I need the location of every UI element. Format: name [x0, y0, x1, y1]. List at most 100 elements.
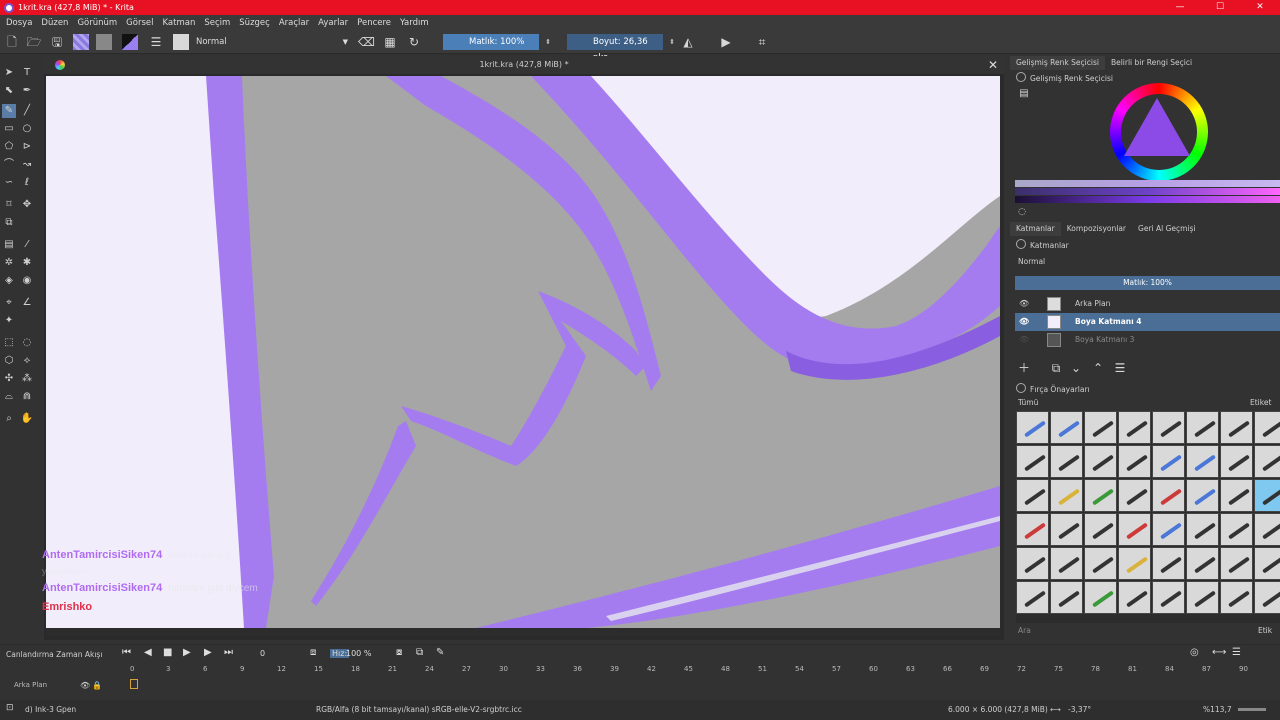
speed-field[interactable]: 100 % — [346, 649, 371, 658]
audio-icon[interactable]: ◎ — [1190, 647, 1199, 658]
brush-preset[interactable] — [1220, 547, 1253, 580]
menu-gorsel[interactable]: Görsel — [126, 18, 153, 28]
rect-select-tool-icon[interactable]: ⬚ — [2, 336, 16, 350]
eye-icon[interactable]: 👁 — [1019, 313, 1029, 331]
bezier-tool-icon[interactable]: ⌒ — [2, 158, 16, 172]
next-frame-icon[interactable]: ▶ — [204, 647, 212, 658]
eye-hidden-icon[interactable]: 👁 — [1019, 331, 1029, 349]
brush-preset[interactable] — [1084, 513, 1117, 546]
open-document-icon[interactable]: 🗁 — [26, 34, 42, 50]
magnetic-select-tool-icon[interactable]: ⋒ — [20, 390, 34, 404]
freehand-brush-tool-icon[interactable]: ✎ — [2, 104, 16, 118]
brush-preset[interactable] — [1016, 581, 1049, 614]
measure-tool-icon[interactable]: ∠ — [20, 296, 34, 310]
canvas-horizontal-scrollbar[interactable] — [46, 628, 1000, 636]
brush-preset[interactable] — [1152, 411, 1185, 444]
move-layer-down-icon[interactable]: ⌄ — [1068, 360, 1084, 376]
reference-tool-icon[interactable]: ✦ — [2, 314, 16, 328]
brush-preset[interactable] — [1186, 411, 1219, 444]
crop-tool-icon[interactable]: ⌑ — [2, 198, 16, 212]
tab-compositions[interactable]: Kompozisyonlar — [1061, 222, 1132, 236]
new-document-icon[interactable]: 🗋 — [4, 34, 20, 50]
brush-preset[interactable] — [1220, 411, 1253, 444]
color-swatch-icon[interactable] — [122, 34, 138, 50]
preset-tag-button[interactable]: Etiket — [1250, 398, 1271, 407]
brush-preset[interactable] — [1118, 445, 1151, 478]
fit-view-icon[interactable]: ⧈ — [310, 647, 316, 658]
brush-preset-icon[interactable] — [173, 34, 189, 50]
brush-preset[interactable] — [1084, 479, 1117, 512]
brush-preset[interactable] — [1220, 445, 1253, 478]
pan-tool-icon[interactable]: ✋ — [20, 412, 34, 426]
eye-icon[interactable]: 👁 — [1019, 295, 1029, 313]
close-document-icon[interactable]: ✕ — [988, 56, 998, 74]
bezier-select-tool-icon[interactable]: ⌓ — [2, 390, 16, 404]
freehand-path-tool-icon[interactable]: ∽ — [2, 176, 16, 190]
minimize-button[interactable]: — — [1160, 0, 1200, 15]
menu-duzen[interactable]: Düzen — [41, 18, 68, 28]
keyframe-marker[interactable] — [130, 679, 138, 689]
brush-preset[interactable] — [1118, 547, 1151, 580]
brush-preset[interactable] — [1152, 513, 1185, 546]
brush-preset[interactable] — [1118, 479, 1151, 512]
preset-search-input[interactable]: Ara — [1018, 626, 1031, 635]
first-frame-icon[interactable]: ⏮ — [122, 647, 131, 658]
brush-preset[interactable] — [1186, 479, 1219, 512]
drop-frames-icon[interactable]: ⧉ — [416, 647, 423, 658]
preserve-alpha-icon[interactable]: ▦ — [382, 34, 398, 50]
zoom-slider[interactable] — [1238, 708, 1266, 711]
bezier-freehand-tool-icon[interactable]: ↝ — [20, 158, 34, 172]
polyline-tool-icon[interactable]: ⊳ — [20, 140, 34, 154]
edit-icon[interactable]: ✎ — [436, 647, 444, 658]
brush-preset[interactable] — [1118, 513, 1151, 546]
brush-preset[interactable] — [1254, 513, 1280, 546]
shade-strip-1[interactable] — [1015, 180, 1280, 187]
mirror-vertical-icon[interactable]: ▶ — [718, 34, 734, 50]
brush-preset[interactable] — [1152, 445, 1185, 478]
menu-suzgec[interactable]: Süzgeç — [239, 18, 270, 28]
duplicate-layer-icon[interactable]: ⧉ — [1048, 360, 1064, 376]
layer-opacity-slider[interactable]: Matlık: 100% — [1015, 276, 1280, 290]
brush-preset[interactable] — [1084, 547, 1117, 580]
layer-row[interactable]: 👁 Boya Katmanı 4 — [1015, 313, 1280, 331]
shade-strip-3[interactable] — [1015, 196, 1280, 203]
zoom-tool-icon[interactable]: ⌕ — [2, 412, 16, 426]
smart-patch-tool-icon[interactable]: ✲ — [2, 256, 16, 270]
menu-ayarlar[interactable]: Ayarlar — [318, 18, 348, 28]
spin-arrows-icon[interactable]: ⬍ — [545, 34, 551, 50]
last-frame-icon[interactable]: ⏭ — [224, 647, 233, 658]
close-window-button[interactable]: ✕ — [1240, 0, 1280, 15]
fill-tool-icon[interactable]: ◈ — [2, 274, 16, 288]
brush-preset[interactable] — [1186, 581, 1219, 614]
similar-select-tool-icon[interactable]: ⁂ — [20, 372, 34, 386]
brush-preset[interactable] — [1254, 581, 1280, 614]
play-icon[interactable]: ▶ — [183, 647, 191, 658]
add-layer-icon[interactable]: ＋ — [1016, 360, 1032, 376]
tab-specific-color-selector[interactable]: Belirli bir Rengi Seçici — [1105, 56, 1198, 70]
menu-dosya[interactable]: Dosya — [6, 18, 32, 28]
layer-row[interactable]: 👁 Boya Katmanı 3 — [1015, 331, 1280, 349]
brush-preset[interactable] — [1016, 445, 1049, 478]
dynamic-brush-tool-icon[interactable]: ℓ — [20, 176, 34, 190]
multibrush-tool-icon[interactable]: ✱ — [20, 256, 34, 270]
stop-icon[interactable]: ■ — [163, 647, 172, 658]
polygon-select-tool-icon[interactable]: ⬡ — [2, 354, 16, 368]
move-layer-up-icon[interactable]: ⌃ — [1090, 360, 1106, 376]
pattern-swatch-icon[interactable] — [96, 34, 112, 50]
brush-preset[interactable] — [1084, 445, 1117, 478]
spin-arrows-icon[interactable]: ⬍ — [669, 34, 675, 50]
document-tab[interactable]: 1krit.kra (427,8 MiB) * ✕ — [44, 56, 1004, 74]
brush-preset[interactable] — [1152, 479, 1185, 512]
brush-preset[interactable] — [1152, 547, 1185, 580]
brush-settings-icon[interactable]: ☰ — [148, 34, 164, 50]
reload-preset-icon[interactable]: ↻ — [406, 34, 422, 50]
gradient-tool-icon[interactable]: ▤ — [2, 238, 16, 252]
brush-preset[interactable] — [1084, 411, 1117, 444]
menu-katman[interactable]: Katman — [162, 18, 195, 28]
preset-tag-checkbox[interactable]: Etik — [1258, 626, 1272, 635]
brush-preset[interactable] — [1016, 513, 1049, 546]
assistant-tool-icon[interactable]: ⌖ — [2, 296, 16, 310]
brush-preset[interactable] — [1050, 411, 1083, 444]
text-tool-icon[interactable]: T — [20, 66, 34, 80]
drawing-canvas[interactable] — [46, 76, 1000, 628]
